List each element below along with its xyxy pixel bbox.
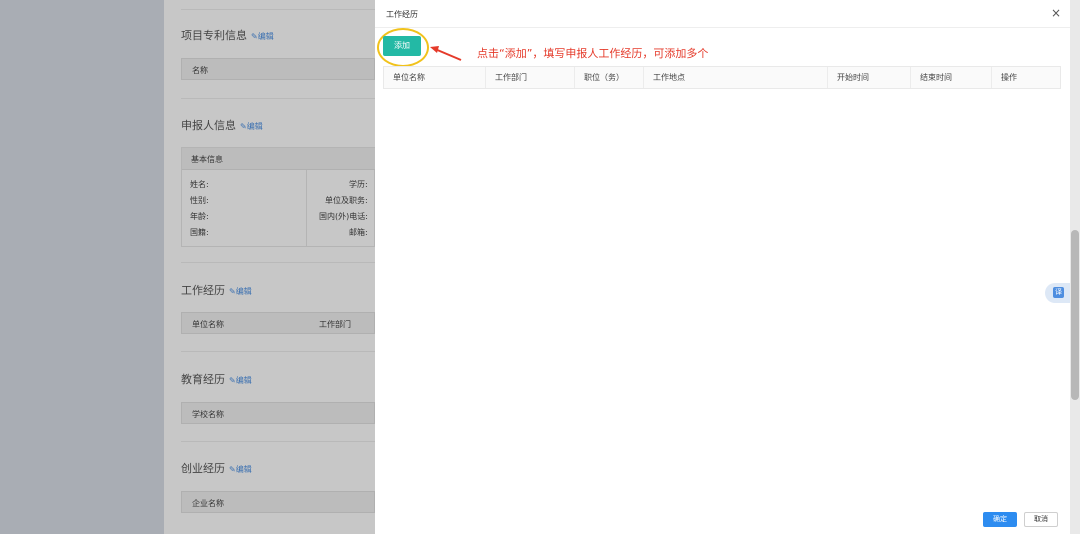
add-button[interactable]: 添加 bbox=[383, 36, 421, 56]
section-title-patent: 项目专利信息 ✎编辑 bbox=[181, 27, 274, 43]
divider bbox=[181, 351, 375, 352]
annotation-arrow-icon bbox=[430, 46, 462, 61]
background-page: 项目专利信息 ✎编辑 名称 申报人信息 ✎编辑 基本信息 姓名: 性别: 年龄: 国… bbox=[164, 0, 375, 534]
section-title-text: 申报人信息 bbox=[181, 119, 236, 132]
column-header: 工作部门 bbox=[319, 320, 351, 329]
section-title-text: 工作经历 bbox=[181, 284, 225, 297]
column-header: 企业名称 bbox=[192, 499, 224, 508]
scrollbar-thumb[interactable] bbox=[1071, 230, 1079, 400]
column-header: 单位名称 bbox=[192, 320, 224, 329]
scrollbar-track[interactable] bbox=[1070, 0, 1080, 534]
edit-label: 编辑 bbox=[235, 287, 252, 296]
drawer-title: 工作经历 bbox=[386, 10, 418, 19]
subheader-text: 基本信息 bbox=[191, 155, 223, 164]
translate-widget[interactable]: 译 bbox=[1045, 283, 1070, 303]
left-gray-strip bbox=[0, 0, 164, 534]
section-title-text: 创业经历 bbox=[181, 462, 225, 475]
section-title-text: 教育经历 bbox=[181, 373, 225, 386]
section-title-startup: 创业经历 ✎编辑 bbox=[181, 460, 252, 476]
close-icon[interactable]: × bbox=[1051, 6, 1061, 20]
column-header-employer: 单位名称 bbox=[384, 67, 486, 88]
field-education: 学历: bbox=[349, 180, 368, 189]
field-gender: 性别: bbox=[190, 196, 209, 205]
divider bbox=[181, 441, 375, 442]
table-header: 学校名称 bbox=[181, 402, 375, 424]
column-header: 学校名称 bbox=[192, 410, 224, 419]
annotation-text: 点击“添加”，填写申报人工作经历，可添加多个 bbox=[477, 47, 709, 60]
edit-link-education[interactable]: ✎编辑 bbox=[229, 376, 252, 385]
divider bbox=[181, 9, 375, 10]
field-phone: 国内(外)电话: bbox=[319, 212, 368, 221]
column-header-location: 工作地点 bbox=[644, 67, 828, 88]
edit-label: 编辑 bbox=[235, 376, 252, 385]
work-experience-drawer: 工作经历 × 添加 点击“添加”，填写申报人工作经历，可添加多个 单位名称 工作… bbox=[375, 0, 1070, 534]
cancel-button[interactable]: 取消 bbox=[1024, 512, 1058, 527]
confirm-button[interactable]: 确定 bbox=[983, 512, 1017, 527]
edit-link-applicant[interactable]: ✎编辑 bbox=[240, 122, 263, 131]
section-title-text: 项目专利信息 bbox=[181, 29, 247, 42]
section-title-work: 工作经历 ✎编辑 bbox=[181, 282, 252, 298]
table-header: 单位名称 工作部门 bbox=[181, 312, 375, 334]
section-title-applicant: 申报人信息 ✎编辑 bbox=[181, 117, 263, 133]
table-header: 企业名称 bbox=[181, 491, 375, 513]
edit-label: 编辑 bbox=[235, 465, 252, 474]
field-email: 邮箱: bbox=[349, 228, 368, 237]
edit-link-work[interactable]: ✎编辑 bbox=[229, 287, 252, 296]
field-nationality: 国籍: bbox=[190, 228, 209, 237]
edit-label: 编辑 bbox=[257, 32, 274, 41]
edit-link-startup[interactable]: ✎编辑 bbox=[229, 465, 252, 474]
edit-label: 编辑 bbox=[246, 122, 263, 131]
section-title-education: 教育经历 ✎编辑 bbox=[181, 371, 252, 387]
column-header-actions: 操作 bbox=[1001, 73, 1017, 82]
info-subheader: 基本信息 bbox=[182, 148, 375, 170]
work-experience-table: 单位名称 工作部门 职位（务） 工作地点 开始时间 结束时间 操作 bbox=[383, 66, 1061, 89]
field-name: 姓名: bbox=[190, 180, 209, 189]
column-header-end-time: 结束时间 bbox=[911, 67, 992, 88]
divider bbox=[181, 98, 375, 99]
edit-link-patent[interactable]: ✎编辑 bbox=[251, 32, 274, 41]
divider bbox=[306, 170, 307, 246]
translate-icon: 译 bbox=[1053, 287, 1064, 298]
column-header-department: 工作部门 bbox=[486, 67, 575, 88]
table-header: 名称 bbox=[181, 58, 375, 80]
field-employer: 单位及职务: bbox=[325, 196, 368, 205]
column-header-start-time: 开始时间 bbox=[828, 67, 911, 88]
field-age: 年龄: bbox=[190, 212, 209, 221]
column-header-position: 职位（务） bbox=[575, 67, 644, 88]
divider bbox=[181, 262, 375, 263]
divider bbox=[375, 27, 1070, 28]
column-header: 名称 bbox=[192, 66, 208, 75]
